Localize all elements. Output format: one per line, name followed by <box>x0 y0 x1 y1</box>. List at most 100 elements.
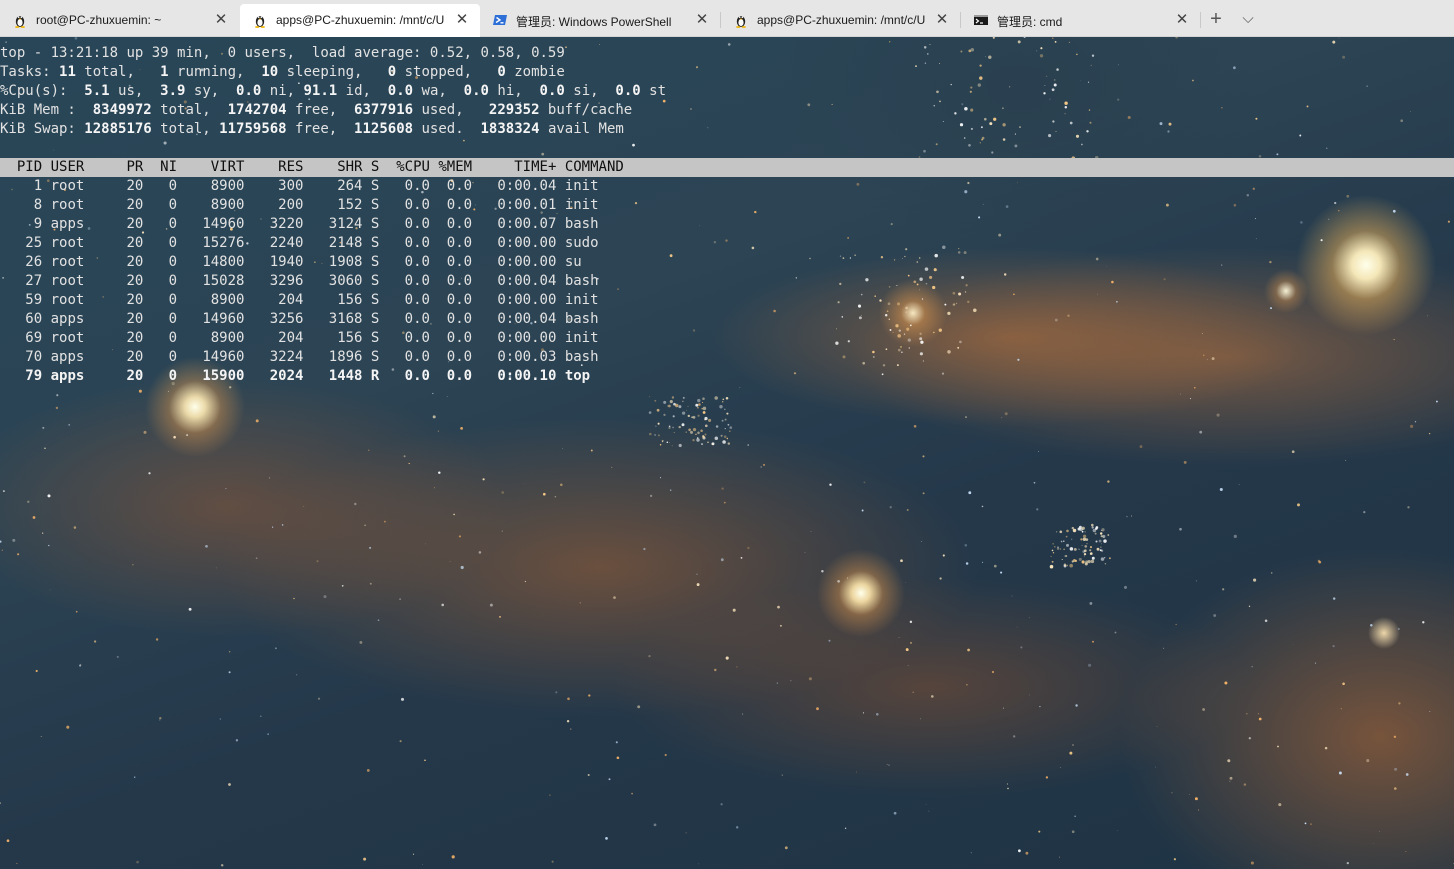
star <box>1069 547 1074 551</box>
star <box>698 403 701 406</box>
star <box>16 862 18 865</box>
star <box>341 584 344 587</box>
star <box>1163 278 1166 281</box>
star <box>1106 265 1108 267</box>
star <box>1039 54 1044 58</box>
star <box>1103 539 1107 543</box>
star <box>1069 563 1073 568</box>
cell-pid: 79 <box>0 368 43 384</box>
star <box>17 553 20 556</box>
star <box>1094 532 1097 535</box>
cell-s: S <box>362 197 380 213</box>
star <box>159 717 162 720</box>
star <box>1227 759 1231 763</box>
star <box>1083 552 1087 556</box>
cell-user: apps <box>42 311 110 327</box>
star <box>1229 776 1233 780</box>
star <box>73 526 77 529</box>
star <box>957 251 961 254</box>
tab-apps-second[interactable]: apps@PC-zhuxuemin: /mnt/c/U ✕ <box>721 4 960 37</box>
star <box>932 285 936 290</box>
star <box>1342 682 1345 686</box>
star <box>1073 547 1077 551</box>
star <box>707 441 709 444</box>
star <box>906 327 910 331</box>
star <box>727 442 731 445</box>
star <box>672 415 675 418</box>
star <box>1083 555 1086 557</box>
cell-ni: 0 <box>143 178 178 194</box>
star <box>900 559 903 563</box>
star <box>354 502 357 506</box>
terminal-pane[interactable]: top - 13:21:18 up 39 min, 0 users, load … <box>0 37 1454 869</box>
cell-res: 1940 <box>244 254 304 270</box>
star <box>687 414 691 418</box>
star <box>669 442 670 443</box>
cell-command: bash <box>556 311 599 327</box>
close-tab-icon[interactable]: ✕ <box>211 10 231 30</box>
star <box>896 364 899 367</box>
star <box>403 455 406 458</box>
star <box>966 683 968 686</box>
cell-s: S <box>362 330 380 346</box>
cell-command: bash <box>556 273 599 289</box>
star <box>608 778 611 781</box>
tab-apps-active[interactable]: apps@PC-zhuxuemin: /mnt/c/U ✕ <box>240 4 480 37</box>
star <box>116 655 119 658</box>
star <box>1101 543 1103 545</box>
cell-s: S <box>362 292 380 308</box>
star <box>747 444 749 446</box>
star <box>933 268 937 272</box>
star <box>702 397 705 400</box>
star <box>1173 858 1176 861</box>
tasks-stopped: 0 <box>387 64 397 80</box>
close-tab-icon[interactable]: ✕ <box>932 10 952 30</box>
star <box>1167 130 1170 133</box>
star <box>692 439 695 442</box>
cell-virt: 15900 <box>177 368 245 384</box>
star <box>228 386 232 389</box>
star <box>228 783 231 786</box>
tab-root-home[interactable]: root@PC-zhuxuemin: ~ ✕ <box>0 4 239 37</box>
tasks-sleeping: 10 <box>261 64 279 80</box>
tab-cmd[interactable]: 管理员: cmd ✕ <box>961 4 1200 37</box>
star <box>920 718 922 720</box>
cell-virt: 15276 <box>177 235 245 251</box>
cell-ni: 0 <box>143 216 178 232</box>
star <box>858 316 862 320</box>
cell-command: su <box>556 254 582 270</box>
star <box>685 832 687 834</box>
table-row: 60 apps 20 0 14960 3256 3168 S 0.0 0.0 0… <box>0 310 599 329</box>
star <box>1099 532 1103 535</box>
star <box>1392 209 1396 213</box>
cpu-us: 5.1 <box>84 83 110 99</box>
new-tab-button[interactable]: + <box>1203 6 1229 32</box>
star <box>268 477 270 479</box>
cell-mem: 0.0 <box>429 216 473 232</box>
star <box>255 557 258 560</box>
star <box>489 603 493 607</box>
star <box>1393 735 1397 738</box>
star <box>441 603 445 607</box>
star <box>835 341 839 345</box>
tab-powershell[interactable]: 管理员: Windows PowerShell ✕ <box>480 4 720 37</box>
star <box>1168 122 1172 126</box>
star <box>369 546 372 549</box>
star <box>907 338 911 342</box>
star <box>1059 530 1063 534</box>
star <box>970 127 973 130</box>
star <box>1414 421 1417 423</box>
star <box>963 251 967 255</box>
tab-dropdown-button[interactable]: ⌵ <box>1235 6 1261 32</box>
close-tab-icon[interactable]: ✕ <box>692 10 712 30</box>
close-tab-icon[interactable]: ✕ <box>1172 10 1192 30</box>
star <box>1018 849 1021 853</box>
star <box>400 697 405 701</box>
tab-divider <box>1200 12 1201 28</box>
star <box>399 740 402 743</box>
star <box>681 411 686 415</box>
close-tab-icon[interactable]: ✕ <box>452 10 472 30</box>
star <box>969 90 972 93</box>
star <box>408 462 410 465</box>
cell-pr: 20 <box>109 254 144 270</box>
